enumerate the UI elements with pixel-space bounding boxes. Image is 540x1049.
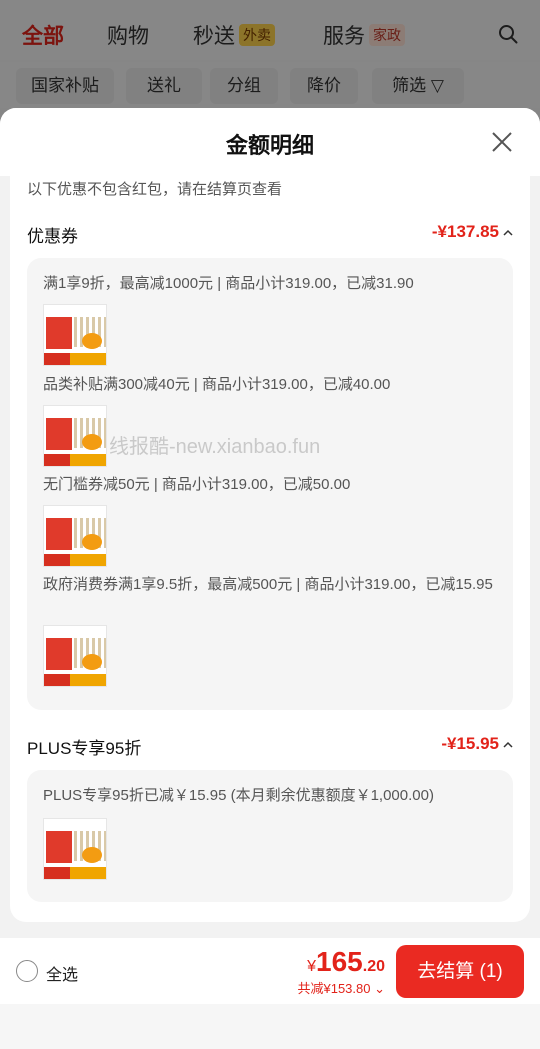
sheet-header: 金额明细 bbox=[0, 108, 540, 176]
checkout-button[interactable]: 去结算 (1) bbox=[396, 945, 524, 998]
watermark: 线报酷-new.xianbao.fun bbox=[109, 436, 321, 458]
plus-section-header[interactable]: PLUS专享95折 -¥15.95 bbox=[27, 734, 513, 760]
coupon-total-amount: -¥137.85 bbox=[431, 222, 499, 241]
product-thumbnail bbox=[43, 625, 107, 687]
amount-detail-sheet: 金额明细 以下优惠不包含红包，请在结算页查看 优惠券 -¥137.85 满1享9… bbox=[0, 108, 540, 1049]
product-thumbnail bbox=[43, 505, 107, 567]
total-saved[interactable]: 共减¥153.80 ⌄ bbox=[297, 978, 385, 997]
chevron-up-icon bbox=[503, 741, 513, 748]
notice-text: 以下优惠不包含红包，请在结算页查看 bbox=[27, 181, 283, 198]
select-all-label[interactable]: 全选 bbox=[46, 961, 78, 985]
plus-card: PLUS专享95折已减￥15.95 (本月剩余优惠额度￥1,000.00) bbox=[27, 770, 513, 902]
plus-section-title: PLUS专享95折 bbox=[27, 739, 142, 758]
coupon-line: 品类补贴满300减40元 | 商品小计319.00，已减40.00 bbox=[43, 376, 391, 393]
coupon-section-header[interactable]: 优惠券 -¥137.85 bbox=[27, 222, 513, 248]
chevron-down-icon: ⌄ bbox=[370, 981, 385, 996]
plus-total-amount: -¥15.95 bbox=[441, 734, 499, 753]
select-all-radio[interactable] bbox=[16, 960, 38, 982]
sheet-title: 金额明细 bbox=[225, 133, 314, 158]
total-price: ¥165.20 bbox=[307, 946, 385, 977]
chevron-up-icon bbox=[503, 229, 513, 236]
coupon-card: 满1享9折，最高减1000元 | 商品小计319.00，已减31.90 品类补贴… bbox=[27, 258, 513, 710]
product-thumbnail bbox=[43, 818, 107, 880]
coupon-line: 政府消费券满1享9.5折，最高减500元 | 商品小计319.00，已减15.9… bbox=[43, 576, 493, 593]
plus-line: PLUS专享95折已减￥15.95 (本月剩余优惠额度￥1,000.00) bbox=[43, 787, 434, 804]
product-thumbnail bbox=[43, 405, 107, 467]
checkout-bar: 全选 ¥165.20 共减¥153.80 ⌄ 去结算 (1) bbox=[0, 938, 540, 1004]
coupon-section-title: 优惠券 bbox=[27, 227, 78, 246]
home-indicator-area bbox=[0, 1004, 540, 1049]
coupon-line: 满1享9折，最高减1000元 | 商品小计319.00，已减31.90 bbox=[43, 275, 414, 292]
close-icon[interactable] bbox=[490, 130, 514, 154]
product-thumbnail bbox=[43, 304, 107, 366]
detail-panel: 以下优惠不包含红包，请在结算页查看 优惠券 -¥137.85 满1享9折，最高减… bbox=[10, 176, 530, 922]
coupon-line: 无门槛券减50元 | 商品小计319.00，已减50.00 bbox=[43, 476, 351, 493]
